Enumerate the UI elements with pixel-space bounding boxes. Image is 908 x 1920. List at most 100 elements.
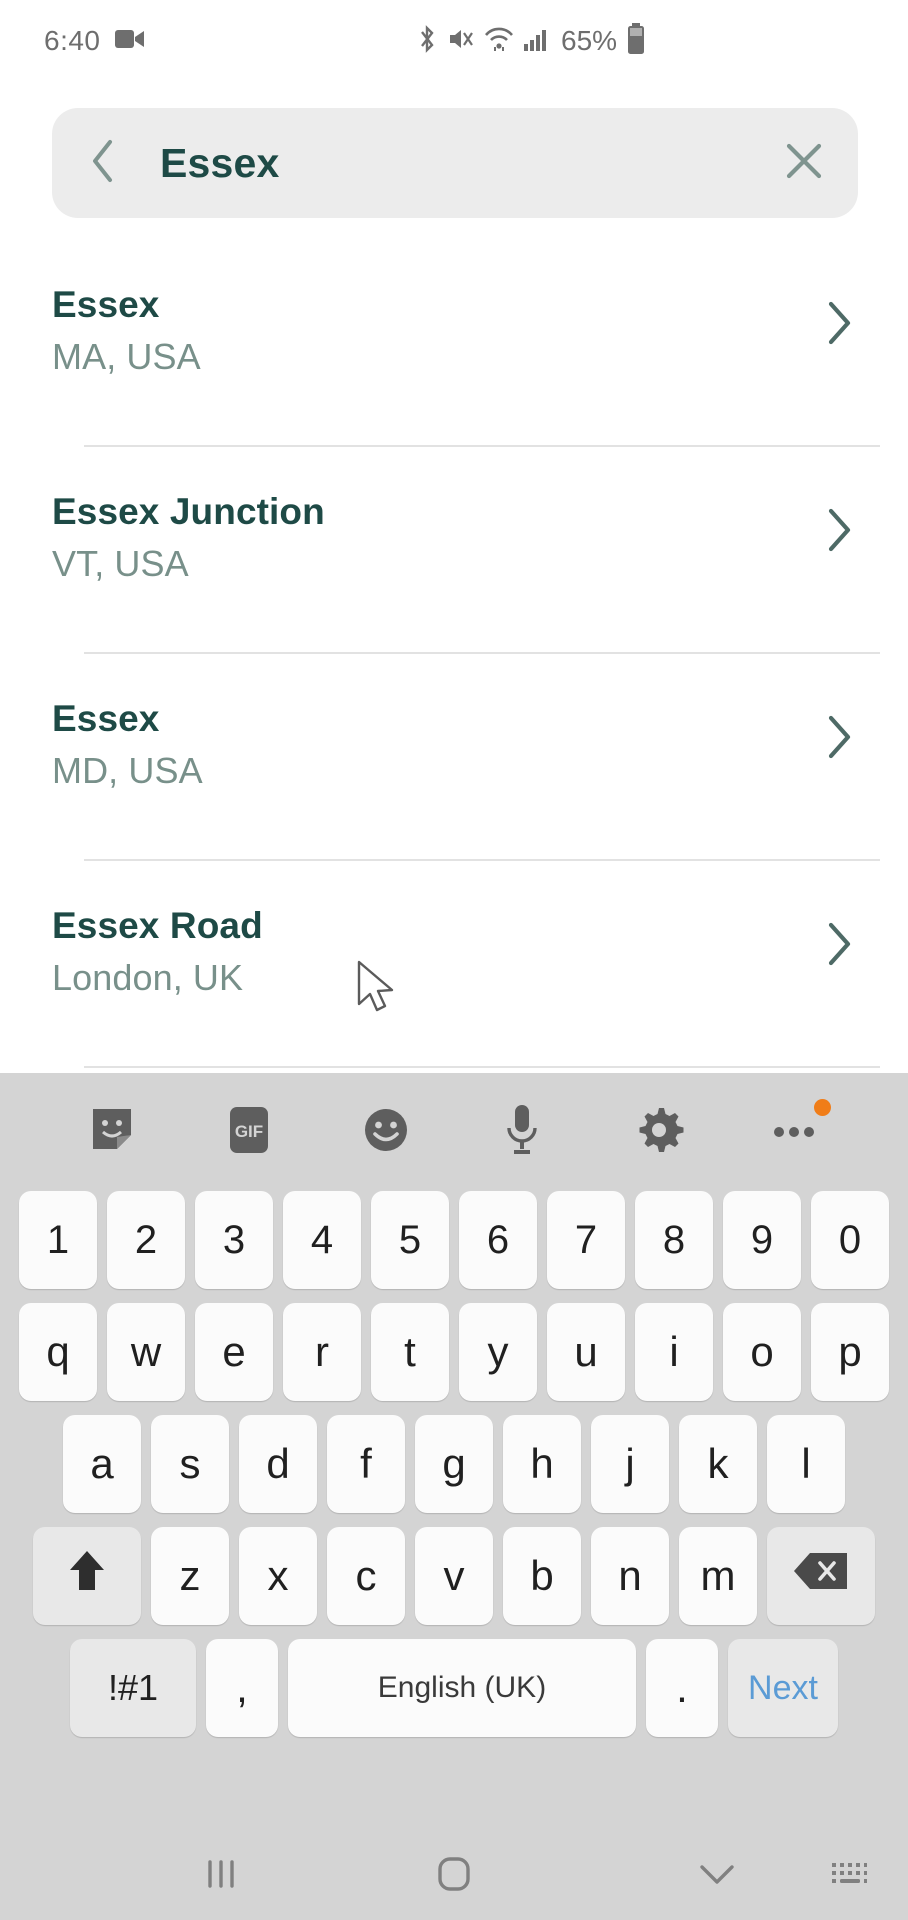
microphone-icon: [502, 1102, 542, 1163]
chevron-right-icon: [822, 298, 856, 353]
list-item[interactable]: Essex Road London, UK: [0, 861, 908, 1068]
key-2[interactable]: 2: [107, 1191, 185, 1289]
key-l[interactable]: l: [767, 1415, 845, 1513]
result-subtitle: VT, USA: [52, 543, 189, 584]
key-a[interactable]: a: [63, 1415, 141, 1513]
key-p[interactable]: p: [811, 1303, 889, 1401]
keyboard-row-zxcv: z x c v b n m: [6, 1527, 902, 1625]
home-button[interactable]: [431, 1851, 477, 1902]
key-n[interactable]: n: [591, 1527, 669, 1625]
backspace-key[interactable]: [767, 1527, 875, 1625]
battery-percent-label: 65%: [561, 25, 618, 56]
microphone-button[interactable]: [485, 1095, 559, 1169]
next-key[interactable]: Next: [728, 1639, 838, 1737]
search-results-list: Essex MA, USA Essex Junction VT, USA Ess…: [0, 240, 908, 1068]
key-u[interactable]: u: [547, 1303, 625, 1401]
result-title: Essex: [52, 698, 160, 739]
more-options-button[interactable]: [759, 1095, 833, 1169]
key-4[interactable]: 4: [283, 1191, 361, 1289]
result-text-group: Essex MA, USA: [52, 284, 201, 378]
comma-key[interactable]: ,: [206, 1639, 278, 1737]
key-y[interactable]: y: [459, 1303, 537, 1401]
key-3[interactable]: 3: [195, 1191, 273, 1289]
key-7[interactable]: 7: [547, 1191, 625, 1289]
close-icon: [780, 137, 828, 190]
notification-badge-dot: [813, 1099, 831, 1116]
keyboard-row-qwerty: q w e r t y u i o p: [6, 1303, 902, 1401]
key-1[interactable]: 1: [19, 1191, 97, 1289]
key-o[interactable]: o: [723, 1303, 801, 1401]
period-key[interactable]: .: [646, 1639, 718, 1737]
chevron-right-icon: [822, 505, 856, 560]
key-8[interactable]: 8: [635, 1191, 713, 1289]
space-key[interactable]: English (UK): [288, 1639, 636, 1737]
key-e[interactable]: e: [195, 1303, 273, 1401]
key-v[interactable]: v: [415, 1527, 493, 1625]
keyboard-switch-icon: [828, 1857, 870, 1896]
status-bar-right: 65%: [416, 22, 646, 60]
key-9[interactable]: 9: [723, 1191, 801, 1289]
search-bar[interactable]: Essex: [52, 108, 858, 218]
key-6[interactable]: 6: [459, 1191, 537, 1289]
result-title: Essex: [52, 284, 160, 325]
back-button[interactable]: [60, 108, 146, 218]
gif-icon: GIF: [225, 1104, 273, 1161]
battery-icon: [626, 22, 646, 60]
key-s[interactable]: s: [151, 1415, 229, 1513]
emoji-button[interactable]: [349, 1095, 423, 1169]
keyboard-key-rows: 1 2 3 4 5 6 7 8 9 0 q w e r t y u i o p …: [0, 1191, 908, 1737]
gif-button[interactable]: GIF: [212, 1095, 286, 1169]
result-text-group: Essex Road London, UK: [52, 905, 263, 999]
keyboard-settings-button[interactable]: [622, 1095, 696, 1169]
status-bar: 6:40 65%: [0, 0, 908, 82]
recents-button[interactable]: [200, 1853, 242, 1900]
key-h[interactable]: h: [503, 1415, 581, 1513]
result-subtitle: MA, USA: [52, 336, 201, 377]
chevron-down-icon: [695, 1859, 739, 1894]
system-navigation-bar: [0, 1833, 908, 1920]
key-j[interactable]: j: [591, 1415, 669, 1513]
key-i[interactable]: i: [635, 1303, 713, 1401]
key-k[interactable]: k: [679, 1415, 757, 1513]
wifi-icon: [484, 25, 514, 58]
key-c[interactable]: c: [327, 1527, 405, 1625]
key-5[interactable]: 5: [371, 1191, 449, 1289]
clear-search-button[interactable]: [750, 108, 858, 218]
status-bar-left: 6:40: [44, 25, 145, 57]
key-z[interactable]: z: [151, 1527, 229, 1625]
key-0[interactable]: 0: [811, 1191, 889, 1289]
key-g[interactable]: g: [415, 1415, 493, 1513]
keyboard-row-numbers: 1 2 3 4 5 6 7 8 9 0: [6, 1191, 902, 1289]
chevron-right-icon: [822, 712, 856, 767]
keyboard-toolbar: GIF: [0, 1073, 908, 1191]
video-recording-icon: [114, 28, 145, 55]
search-input[interactable]: Essex: [160, 140, 750, 187]
list-item[interactable]: Essex MD, USA: [0, 654, 908, 861]
key-m[interactable]: m: [679, 1527, 757, 1625]
key-x[interactable]: x: [239, 1527, 317, 1625]
bluetooth-icon: [416, 24, 438, 59]
mute-vibrate-icon: [447, 25, 475, 58]
symbols-key[interactable]: !#1: [70, 1639, 196, 1737]
phone-screen: 6:40 65% Essex Essex MA, USA Essex Junct…: [0, 0, 908, 1920]
switch-keyboard-button[interactable]: [828, 1857, 870, 1896]
sticker-button[interactable]: [75, 1095, 149, 1169]
status-time: 6:40: [44, 25, 101, 56]
result-title: Essex Road: [52, 905, 263, 946]
shift-key[interactable]: [33, 1527, 141, 1625]
key-w[interactable]: w: [107, 1303, 185, 1401]
list-item[interactable]: Essex Junction VT, USA: [0, 447, 908, 654]
key-r[interactable]: r: [283, 1303, 361, 1401]
emoji-icon: [360, 1104, 412, 1161]
key-f[interactable]: f: [327, 1415, 405, 1513]
key-b[interactable]: b: [503, 1527, 581, 1625]
list-item[interactable]: Essex MA, USA: [0, 240, 908, 447]
hide-keyboard-button[interactable]: [695, 1859, 739, 1894]
svg-text:GIF: GIF: [235, 1122, 263, 1141]
key-q[interactable]: q: [19, 1303, 97, 1401]
sticker-icon: [87, 1105, 137, 1160]
chevron-right-icon: [822, 919, 856, 974]
result-subtitle: MD, USA: [52, 750, 203, 791]
key-t[interactable]: t: [371, 1303, 449, 1401]
key-d[interactable]: d: [239, 1415, 317, 1513]
